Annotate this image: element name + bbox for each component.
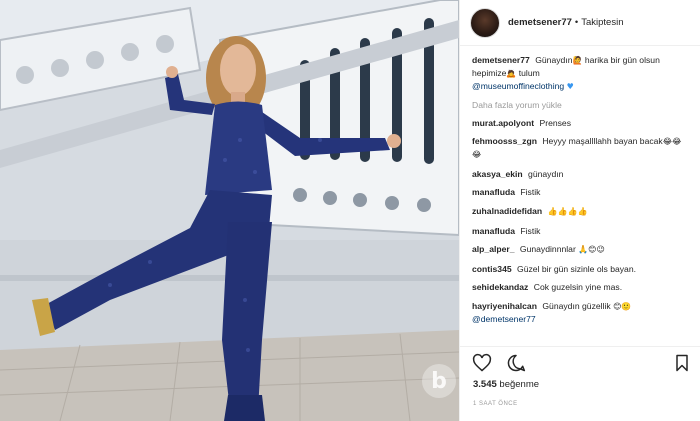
comment-username[interactable]: contis345 xyxy=(472,264,512,274)
comment-text: Gunaydinnnlar xyxy=(519,244,576,255)
comment: fehmoosss_zgn Heyyy maşallllahh bayan ba… xyxy=(472,135,688,161)
caption-text: Günaydın xyxy=(535,55,573,65)
comment: akasya_ekin günaydın xyxy=(472,168,688,180)
comment-text: Cok guzelsin yine mas. xyxy=(533,282,623,293)
likes-count[interactable]: 3.545 beğenme xyxy=(473,379,539,390)
comment: zuhalnadidefidan 👍👍👍👍 xyxy=(472,205,688,218)
heart-icon[interactable] xyxy=(472,353,492,373)
caption-username[interactable]: demetsener77 xyxy=(472,55,530,65)
comment: murat.apolyont Prenses xyxy=(472,117,688,129)
post-header: demetsener77 • Takiptesin xyxy=(460,0,700,46)
post-panel: demetsener77 • Takiptesin demetsener77 G… xyxy=(459,0,700,421)
load-more-comments[interactable]: Daha fazla yorum yükle xyxy=(472,100,688,110)
comment-username[interactable]: manafluda xyxy=(472,187,515,197)
post-photo: b xyxy=(0,0,459,421)
comment-mention[interactable]: @demetsener77 xyxy=(472,314,536,324)
comment-text: Prenses xyxy=(539,117,571,128)
header-username[interactable]: demetsener77 xyxy=(508,17,572,28)
likes-number: 3.545 xyxy=(473,379,497,390)
comment: manafluda Fistik xyxy=(472,186,688,198)
comment: manafluda Fistik xyxy=(472,225,688,237)
caption-text-3: tulum xyxy=(518,68,540,78)
comment: sehidekandaz Cok guzelsin yine mas. xyxy=(472,281,688,293)
thumbs-up-emoji-icon: 👍👍👍👍 xyxy=(547,206,588,216)
comment-username[interactable]: sehidekandaz xyxy=(472,282,528,292)
header-separator: • xyxy=(574,17,579,28)
comment-text: Fistik xyxy=(520,187,541,198)
likes-word: beğenme xyxy=(499,379,540,390)
comment-username[interactable]: alp_alper_ xyxy=(472,244,515,254)
comment: alp_alper_ Gunaydinnnlar 🙏😊😉 xyxy=(472,243,688,256)
comments-list: demetsener77 Günaydın🙋 harika bir gün ol… xyxy=(460,46,700,348)
post-caption: demetsener77 Günaydın🙋 harika bir gün ol… xyxy=(472,54,688,93)
caption-mention[interactable]: @museumoffineclothing xyxy=(472,81,564,91)
comment: contis345 Güzel bir gün sizinle ols baya… xyxy=(472,263,688,275)
watermark-logo: b xyxy=(422,364,456,398)
smile-emoji-icon: 🙏😊😉 xyxy=(578,245,605,255)
comment-username[interactable]: zuhalnadidefidan xyxy=(472,206,542,216)
comment-text: Günaydın güzellik xyxy=(542,300,611,311)
comment-username[interactable]: akasya_ekin xyxy=(472,169,523,179)
avatar[interactable] xyxy=(470,7,500,38)
comment-text: Heyyy maşallllahh bayan bacak xyxy=(542,136,663,147)
comment-text: günaydın xyxy=(528,168,564,179)
comment-text: Güzel bir gün sizinle ols bayan. xyxy=(517,263,636,274)
smile-emoji-icon: 😊🙂 xyxy=(613,301,632,311)
follow-status[interactable]: Takiptesin xyxy=(581,17,623,28)
woman-emoji-icon: 🙇 xyxy=(506,69,517,78)
comment-username[interactable]: fehmoosss_zgn xyxy=(472,136,537,146)
photo-illustration xyxy=(0,0,459,421)
post-timestamp: 1 SAAT ÖNCE xyxy=(473,401,518,407)
woman-emoji-icon: 🙋 xyxy=(572,56,583,65)
comment: hayriyenihalcan Günaydın güzellik 😊🙂 @de… xyxy=(472,300,688,325)
blue-heart-icon: ♥ xyxy=(566,82,574,91)
comment-icon[interactable] xyxy=(506,353,526,373)
comment-username[interactable]: hayriyenihalcan xyxy=(472,301,537,311)
comment-username[interactable]: manafluda xyxy=(472,226,515,236)
action-bar xyxy=(460,346,700,376)
bookmark-icon[interactable] xyxy=(672,353,692,373)
comment-username[interactable]: murat.apolyont xyxy=(472,118,534,128)
comment-text: Fistik xyxy=(520,225,541,236)
